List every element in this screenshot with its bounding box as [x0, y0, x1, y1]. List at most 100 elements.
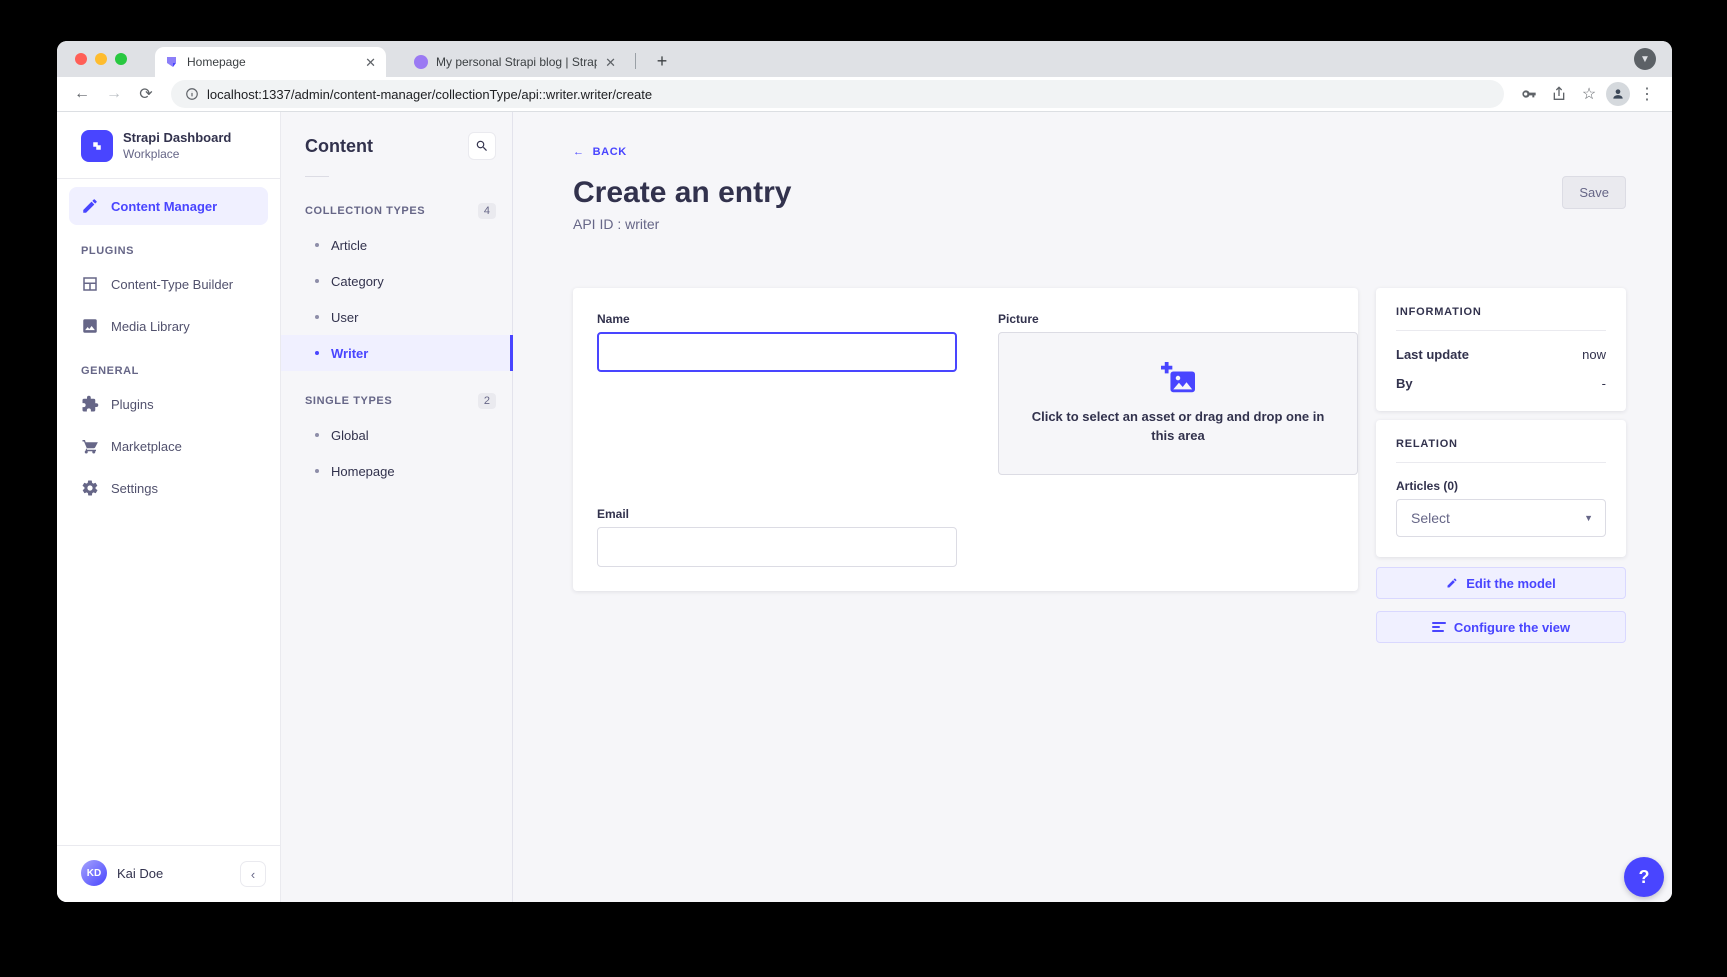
close-tab-icon[interactable]: ✕ — [605, 56, 616, 69]
right-panel: INFORMATION Last update now By - RELATIO… — [1376, 288, 1626, 643]
save-button[interactable]: Save — [1562, 176, 1626, 209]
sidebar-item-marketplace[interactable]: Marketplace — [69, 427, 268, 465]
count-badge: 4 — [478, 203, 496, 219]
collection-types-header: COLLECTION TYPES 4 — [281, 195, 512, 227]
maximize-window-button[interactable] — [115, 53, 127, 65]
subnav-item-user[interactable]: User — [281, 299, 512, 335]
bullet-icon — [315, 351, 319, 355]
new-tab-button[interactable]: + — [649, 48, 675, 74]
email-field: Email — [597, 507, 957, 567]
entry-form-card: Name Picture Click to select — [573, 288, 1358, 591]
select-placeholder: Select — [1411, 510, 1450, 526]
edit-model-button[interactable]: Edit the model — [1376, 567, 1626, 599]
sidebar-item-content-manager[interactable]: Content Manager — [69, 187, 268, 225]
layout-icon — [81, 275, 99, 293]
blog-favicon-icon — [414, 55, 428, 69]
info-label: Last update — [1396, 347, 1469, 362]
subnav-title: Content — [305, 136, 373, 157]
back-arrow-icon: ← — [573, 146, 585, 158]
add-image-icon — [1159, 362, 1197, 396]
image-icon — [81, 317, 99, 335]
subnav-item-label: Writer — [331, 346, 368, 361]
bullet-icon — [315, 279, 319, 283]
site-info-icon[interactable] — [185, 87, 199, 101]
group-label: COLLECTION TYPES — [305, 205, 425, 217]
subnav-item-label: Homepage — [331, 464, 395, 479]
cart-icon — [81, 437, 99, 455]
sidebar-item-label: Plugins — [111, 397, 154, 412]
bookmark-star-icon[interactable]: ☆ — [1576, 81, 1602, 107]
last-update-row: Last update now — [1396, 347, 1606, 362]
relation-title: RELATION — [1396, 438, 1606, 450]
user-profile-row[interactable]: KD Kai Doe ‹ — [57, 845, 280, 902]
email-input[interactable] — [597, 527, 957, 567]
password-key-icon[interactable] — [1516, 81, 1542, 107]
sidebar-item-label: Marketplace — [111, 439, 182, 454]
minimize-window-button[interactable] — [95, 53, 107, 65]
sidebar-item-content-type-builder[interactable]: Content-Type Builder — [69, 265, 268, 303]
tab-title: Homepage — [187, 55, 357, 69]
picture-hint: Click to select an asset or drag and dro… — [1023, 408, 1333, 446]
picture-dropzone[interactable]: Click to select an asset or drag and dro… — [998, 332, 1358, 475]
info-value: now — [1582, 347, 1606, 362]
name-input[interactable] — [597, 332, 957, 372]
sidebar-section-plugins: PLUGINS — [57, 227, 280, 263]
subnav-item-global[interactable]: Global — [281, 417, 512, 453]
configure-view-button[interactable]: Configure the view — [1376, 611, 1626, 643]
help-button[interactable]: ? — [1624, 857, 1664, 897]
forward-icon[interactable]: → — [101, 81, 127, 107]
panel-divider — [1396, 462, 1606, 463]
avatar: KD — [81, 860, 107, 886]
app-title: Strapi Dashboard — [123, 130, 231, 146]
picture-label: Picture — [998, 312, 1358, 326]
pencil-icon — [1446, 577, 1458, 589]
close-window-button[interactable] — [75, 53, 87, 65]
browser-window: Homepage ✕ My personal Strapi blog | Str… — [57, 41, 1672, 902]
subnav-item-category[interactable]: Category — [281, 263, 512, 299]
tab-search-chevron-icon[interactable]: ▼ — [1634, 48, 1656, 70]
info-value: - — [1602, 376, 1606, 391]
share-icon[interactable] — [1546, 81, 1572, 107]
subnav-item-writer[interactable]: Writer — [281, 335, 512, 371]
workspace-header[interactable]: Strapi Dashboard Workplace — [57, 112, 280, 178]
tab-homepage[interactable]: Homepage ✕ — [155, 47, 386, 77]
back-label: BACK — [593, 146, 627, 158]
browser-tab-strip: Homepage ✕ My personal Strapi blog | Str… — [57, 41, 1672, 77]
email-label: Email — [597, 507, 957, 521]
configure-lines-icon — [1432, 622, 1446, 632]
api-id-subtitle: API ID : writer — [573, 216, 791, 232]
content-subnav: Content COLLECTION TYPES 4 Article Categ… — [281, 112, 513, 902]
toolbar-actions: ☆ ⋮ — [1516, 81, 1660, 107]
articles-select[interactable]: Select ▼ — [1396, 499, 1606, 537]
close-tab-icon[interactable]: ✕ — [365, 56, 376, 69]
strapi-logo-icon — [81, 130, 113, 162]
collapse-sidebar-button[interactable]: ‹ — [240, 861, 266, 887]
subnav-item-homepage[interactable]: Homepage — [281, 453, 512, 489]
sidebar-item-media-library[interactable]: Media Library — [69, 307, 268, 345]
back-icon[interactable]: ← — [69, 81, 95, 107]
sidebar-item-label: Media Library — [111, 319, 190, 334]
window-controls — [75, 53, 127, 65]
subnav-divider — [305, 176, 329, 177]
sidebar-item-plugins[interactable]: Plugins — [69, 385, 268, 423]
bullet-icon — [315, 433, 319, 437]
search-button[interactable] — [468, 132, 496, 160]
sidebar-section-general: GENERAL — [57, 347, 280, 383]
subnav-item-label: Article — [331, 238, 367, 253]
edit-model-label: Edit the model — [1466, 576, 1556, 591]
sidebar-item-settings[interactable]: Settings — [69, 469, 268, 507]
tab-separator — [635, 53, 636, 69]
tab-strapi-blog[interactable]: My personal Strapi blog | Strap ✕ — [404, 47, 626, 77]
information-card: INFORMATION Last update now By - — [1376, 288, 1626, 411]
subnav-item-article[interactable]: Article — [281, 227, 512, 263]
relation-card: RELATION Articles (0) Select ▼ — [1376, 420, 1626, 557]
browser-menu-icon[interactable]: ⋮ — [1634, 81, 1660, 107]
browser-profile-avatar[interactable] — [1606, 82, 1630, 106]
information-title: INFORMATION — [1396, 306, 1606, 318]
chevron-down-icon: ▼ — [1584, 513, 1593, 523]
back-link[interactable]: ← BACK — [573, 146, 627, 158]
bullet-icon — [315, 243, 319, 247]
url-bar[interactable]: localhost:1337/admin/content-manager/col… — [171, 80, 1504, 108]
configure-view-label: Configure the view — [1454, 620, 1570, 635]
reload-icon[interactable]: ⟳ — [133, 81, 159, 107]
